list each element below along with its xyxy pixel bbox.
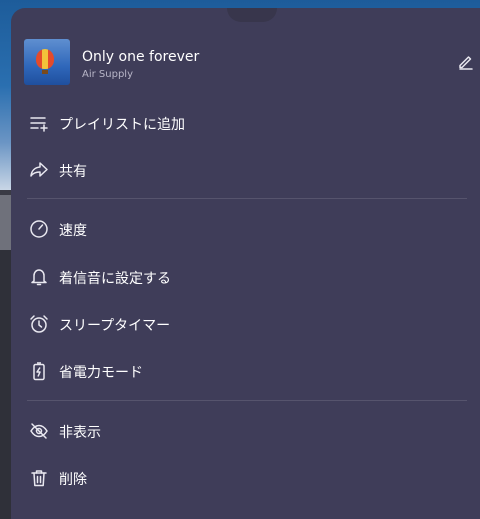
share-icon [29,160,49,180]
menu-item-add-to-playlist[interactable]: プレイリストに追加 [11,100,480,146]
balloon-basket [42,70,48,74]
menu-item-delete[interactable]: 削除 [11,455,480,501]
menu-item-label: 速度 [59,223,87,239]
menu-item-label: 着信音に設定する [59,271,171,287]
track-artist: Air Supply [82,69,133,80]
balloon-graphic [36,49,54,69]
menu-item-label: プレイリストに追加 [59,117,185,133]
menu-item-power-saving[interactable]: 省電力モード [11,348,480,394]
playlist-add-icon [29,113,49,133]
menu-divider [27,198,467,199]
hide-icon [29,421,49,441]
delete-icon [29,468,49,488]
menu-item-ringtone[interactable]: 着信音に設定する [11,254,480,300]
menu-item-label: 非表示 [59,425,101,441]
options-bottom-sheet: Only one forever Air Supply プレイリストに追加 共有 [11,8,480,519]
track-header: Only one forever Air Supply [11,38,480,90]
battery-saver-icon [29,361,49,381]
speed-icon [29,219,49,239]
menu-item-label: スリープタイマー [59,318,171,334]
edit-icon[interactable] [457,52,475,70]
alarm-clock-icon [29,314,49,334]
menu-item-label: 省電力モード [59,365,143,381]
menu-item-speed[interactable]: 速度 [11,206,480,252]
bell-icon [29,267,49,287]
menu-item-label: 削除 [59,472,87,488]
menu-item-hide[interactable]: 非表示 [11,408,480,454]
track-title: Only one forever [82,49,200,65]
sheet-handle[interactable] [227,8,277,22]
menu-divider [27,400,467,401]
menu-item-share[interactable]: 共有 [11,147,480,193]
menu-item-label: 共有 [59,164,87,180]
menu-item-sleep-timer[interactable]: スリープタイマー [11,301,480,347]
album-cover [24,39,70,85]
